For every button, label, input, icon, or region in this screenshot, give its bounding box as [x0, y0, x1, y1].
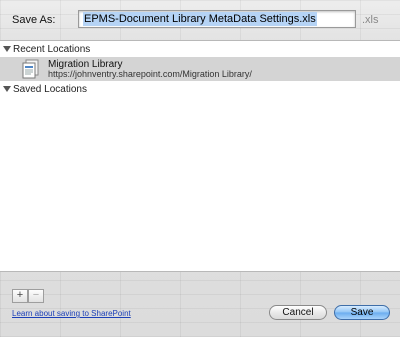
disclosure-triangle-icon[interactable] [3, 86, 11, 92]
learn-sharepoint-link[interactable]: Learn about saving to SharePoint [12, 309, 131, 318]
recent-locations-label: Recent Locations [13, 44, 91, 55]
save-dialog: Save As: EPMS-Document Library MetaData … [0, 0, 400, 337]
disclosure-triangle-icon[interactable] [3, 46, 11, 52]
filename-field[interactable]: EPMS-Document Library MetaData Settings.… [78, 10, 356, 28]
file-extension-label: .xls [362, 14, 379, 26]
save-button[interactable]: Save [334, 305, 390, 320]
saved-locations-label: Saved Locations [13, 84, 87, 95]
remove-location-button[interactable]: − [28, 289, 44, 303]
save-as-label: Save As: [12, 14, 56, 26]
add-location-button[interactable]: + [12, 289, 28, 303]
recent-locations-header[interactable]: Recent Locations [0, 43, 400, 58]
location-item-migration-library[interactable]: Migration Library https://johnventry.sha… [0, 57, 400, 81]
dialog-footer: + − Learn about saving to SharePoint Can… [0, 280, 400, 337]
saved-locations-header[interactable]: Saved Locations [0, 83, 400, 97]
filename-selected-text: EPMS-Document Library MetaData Settings.… [83, 12, 317, 26]
save-as-row: Save As: EPMS-Document Library MetaData … [0, 6, 400, 34]
document-library-icon [22, 59, 40, 79]
location-browser: Recent Locations Migration Library https… [0, 40, 400, 272]
cancel-button[interactable]: Cancel [269, 305, 327, 320]
location-url: https://johnventry.sharepoint.com/Migrat… [48, 69, 252, 79]
